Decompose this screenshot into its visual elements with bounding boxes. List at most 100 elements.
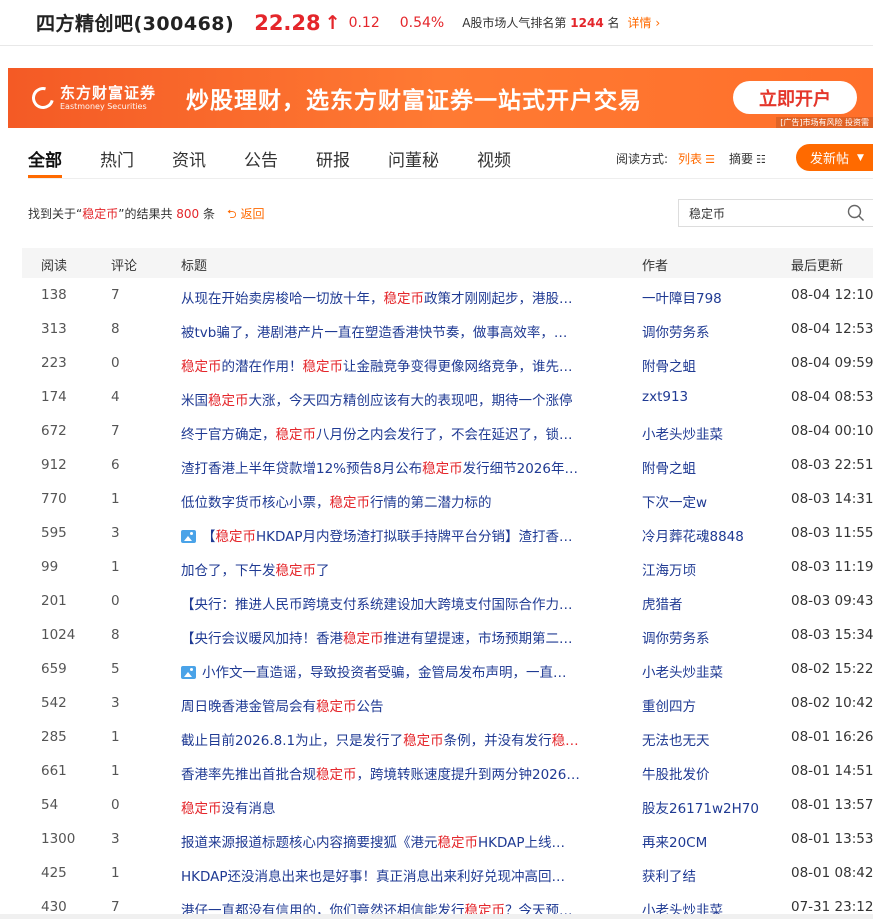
- table-row[interactable]: 313 8 被tvb骗了，港剧港产片一直在塑造香港快节奏，做事高效率，… 调你劳务系 0…: [22, 312, 873, 346]
- open-account-button[interactable]: 立即开户: [733, 81, 857, 114]
- table-row[interactable]: 770 1 低位数字货币核心小票，稳定币行情的第二潜力标的 下次一定w 08-03 14…: [22, 482, 873, 516]
- author-link[interactable]: 调你劳务系: [642, 321, 782, 341]
- table-row[interactable]: 1024 8 【央行会议暖风加持！香港稳定币推进有望提速，市场预期第二… 调你劳务系 0…: [22, 618, 873, 652]
- table-row[interactable]: 223 0 稳定币的潜在作用！稳定币让金融竞争变得更像网络竞争，谁先… 附骨之蛆 08-…: [22, 346, 873, 380]
- author-link[interactable]: zxt913: [642, 389, 782, 405]
- post-title-link[interactable]: 周日晚香港金管局会有稳定币公告: [181, 695, 621, 715]
- title-text: 公告: [356, 699, 384, 715]
- comment-count: 3: [111, 695, 120, 711]
- title-text: 的潜在作用！: [221, 359, 303, 375]
- ad-banner[interactable]: 东方财富证券 Eastmoney Securities 炒股理财，选东方财富证券…: [8, 68, 873, 128]
- search-icon[interactable]: [847, 204, 865, 222]
- author-link[interactable]: 股友26171w2H70: [642, 797, 782, 817]
- table-row[interactable]: 595 3 【稳定币HKDAP月内登场渣打拟联手持牌平台分销】渣打香… 冷月葬花魂88…: [22, 516, 873, 550]
- post-title-link[interactable]: 报道来源报道标题核心内容摘要搜狐《港元稳定币HKDAP上线…: [181, 831, 621, 851]
- post-title-link[interactable]: 【央行：推进人民币跨境支付系统建设加大跨境支付国际合作力…: [181, 593, 621, 613]
- tab-news[interactable]: 资讯: [172, 146, 206, 176]
- post-title-link[interactable]: 小作文一直造谣，导致投资者受骗，金管局发布声明，一直…: [181, 661, 621, 681]
- author-link[interactable]: 附骨之蛆: [642, 355, 782, 375]
- keyword-highlight: 稳定币: [215, 529, 257, 545]
- tab-announcements[interactable]: 公告: [244, 146, 278, 176]
- summary-mode-button[interactable]: 摘要 ☷: [729, 150, 766, 167]
- table-row[interactable]: 912 6 渣打香港上半年贷款增12%预告8月公布稳定币发行细节2026年… 附骨之蛆…: [22, 448, 873, 482]
- detail-link[interactable]: 详情 ›: [628, 14, 661, 31]
- summary-mode-label: 摘要: [728, 152, 753, 166]
- table-row[interactable]: 425 1 HKDAP还没消息出来也是好事！真正消息出来利好兑现冲高回… 获利了结 08…: [22, 856, 873, 890]
- last-updated: 08-04 00:10: [791, 423, 873, 439]
- post-title-link[interactable]: 截止目前2026.8.1为止，只是发行了稳定币条例，并没有发行稳…: [181, 729, 621, 749]
- table-row[interactable]: 1300 3 报道来源报道标题核心内容摘要搜狐《港元稳定币HKDAP上线… 再来20C…: [22, 822, 873, 856]
- table-row[interactable]: 661 1 香港率先推出首批合规稳定币，跨境转账速度提升到两分钟2026… 牛股批发价…: [22, 754, 873, 788]
- read-mode-label: 阅读方式:: [616, 152, 669, 166]
- comment-count: 7: [111, 423, 120, 439]
- comment-count: 4: [111, 389, 120, 405]
- table-row[interactable]: 99 1 加仓了，下午发稳定币了 江海万顷 08-03 11:19: [22, 550, 873, 584]
- author-link[interactable]: 虎猎者: [642, 593, 782, 613]
- search-input[interactable]: [679, 206, 839, 220]
- post-title-link[interactable]: 渣打香港上半年贷款增12%预告8月公布稳定币发行细节2026年…: [181, 457, 621, 477]
- popularity-rank: A股市场人气排名第 1244 名: [462, 14, 619, 31]
- title-text: 没有消息: [221, 801, 276, 817]
- table-row[interactable]: 174 4 米国稳定币大涨，今天四方精创应该有大的表现吧，期待一个涨停 zxt913 0…: [22, 380, 873, 414]
- author-link[interactable]: 重创四方: [642, 695, 782, 715]
- author-link[interactable]: 再来20CM: [642, 831, 782, 851]
- stock-header: 四方精创吧(300468) 22.28 ↑ 0.12 0.54% A股市场人气排…: [0, 0, 873, 46]
- tab-research[interactable]: 研报: [316, 146, 350, 176]
- title-text: 发行细节2026年…: [462, 461, 578, 477]
- back-link[interactable]: ⮌ 返回: [227, 205, 264, 226]
- author-link[interactable]: 下次一定w: [642, 491, 782, 511]
- back-label: 返回: [240, 207, 265, 221]
- post-title-link[interactable]: 【稳定币HKDAP月内登场渣打拟联手持牌平台分销】渣打香…: [181, 525, 621, 545]
- tab-video[interactable]: 视频: [477, 146, 511, 176]
- table-row[interactable]: 542 3 周日晚香港金管局会有稳定币公告 重创四方 08-02 10:42: [22, 686, 873, 720]
- tab-all[interactable]: 全部: [28, 146, 62, 178]
- post-title-link[interactable]: 【央行会议暖风加持！香港稳定币推进有望提速，市场预期第二…: [181, 627, 621, 647]
- comment-count: 1: [111, 763, 120, 779]
- post-title-link[interactable]: 加仓了，下午发稳定币了: [181, 559, 621, 579]
- post-title-link[interactable]: 被tvb骗了，港剧港产片一直在塑造香港快节奏，做事高效率，…: [181, 321, 621, 341]
- post-title-link[interactable]: HKDAP还没消息出来也是好事！真正消息出来利好兑现冲高回…: [181, 865, 621, 885]
- read-count: 54: [41, 797, 59, 813]
- list-mode-button[interactable]: 列表 ☰: [678, 150, 715, 167]
- author-link[interactable]: 小老头炒韭菜: [642, 423, 782, 443]
- author-link[interactable]: 获利了结: [642, 865, 782, 885]
- table-row[interactable]: 659 5 小作文一直造谣，导致投资者受骗，金管局发布声明，一直… 小老头炒韭菜 08-…: [22, 652, 873, 686]
- author-link[interactable]: 冷月葬花魂8848: [642, 525, 782, 545]
- last-updated: 07-31 23:12: [791, 899, 873, 915]
- tab-ask-secretary[interactable]: 问董秘: [388, 146, 439, 176]
- new-post-button[interactable]: 发新帖 ▼: [796, 144, 873, 171]
- post-title-link[interactable]: 稳定币的潜在作用！稳定币让金融竞争变得更像网络竞争，谁先…: [181, 355, 621, 375]
- post-title-link[interactable]: 米国稳定币大涨，今天四方精创应该有大的表现吧，期待一个涨停: [181, 389, 621, 409]
- keyword-highlight: 稳定币: [316, 767, 357, 783]
- table-row[interactable]: 138 7 从现在开始卖房梭哈一切放十年，稳定币政策才刚刚起步，港股… 一叶障目798…: [22, 278, 873, 312]
- image-icon: [181, 666, 196, 679]
- author-link[interactable]: 无法也无天: [642, 729, 782, 749]
- horizontal-scrollbar[interactable]: [0, 914, 873, 919]
- author-link[interactable]: 江海万顷: [642, 559, 782, 579]
- post-title-link[interactable]: 低位数字货币核心小票，稳定币行情的第二潜力标的: [181, 491, 621, 511]
- comment-count: 3: [111, 831, 120, 847]
- author-link[interactable]: 附骨之蛆: [642, 457, 782, 477]
- table-row[interactable]: 672 7 终于官方确定，稳定币八月份之内会发行了，不会在延迟了，锁… 小老头炒韭菜 0…: [22, 414, 873, 448]
- post-title-link[interactable]: 终于官方确定，稳定币八月份之内会发行了，不会在延迟了，锁…: [181, 423, 621, 443]
- table-row[interactable]: 54 0 稳定币没有消息 股友26171w2H70 08-01 13:57: [22, 788, 873, 822]
- author-link[interactable]: 牛股批发价: [642, 763, 782, 783]
- header-comment: 评论: [111, 259, 138, 274]
- read-count: 542: [41, 695, 67, 711]
- post-title-link[interactable]: 香港率先推出首批合规稳定币，跨境转账速度提升到两分钟2026…: [181, 763, 621, 783]
- table-row[interactable]: 201 0 【央行：推进人民币跨境支付系统建设加大跨境支付国际合作力… 虎猎者 08-0…: [22, 584, 873, 618]
- comment-count: 7: [111, 899, 120, 915]
- title-text: 大涨，今天四方精创应该有大的表现吧，期待一个涨停: [248, 393, 573, 409]
- logo-text-en: Eastmoney Securities: [60, 102, 147, 111]
- author-link[interactable]: 小老头炒韭菜: [642, 661, 782, 681]
- stock-title[interactable]: 四方精创吧(300468): [36, 9, 234, 36]
- author-link[interactable]: 调你劳务系: [642, 627, 782, 647]
- table-row[interactable]: 285 1 截止目前2026.8.1为止，只是发行了稳定币条例，并没有发行稳… 无法也…: [22, 720, 873, 754]
- last-updated: 08-03 14:31: [791, 491, 873, 507]
- post-title-link[interactable]: 从现在开始卖房梭哈一切放十年，稳定币政策才刚刚起步，港股…: [181, 287, 621, 307]
- post-title-link[interactable]: 稳定币没有消息: [181, 797, 621, 817]
- comment-count: 0: [111, 797, 120, 813]
- tab-hot[interactable]: 热门: [100, 146, 134, 176]
- title-text: 政策才刚刚起步，港股…: [424, 291, 573, 307]
- author-link[interactable]: 一叶障目798: [642, 287, 782, 307]
